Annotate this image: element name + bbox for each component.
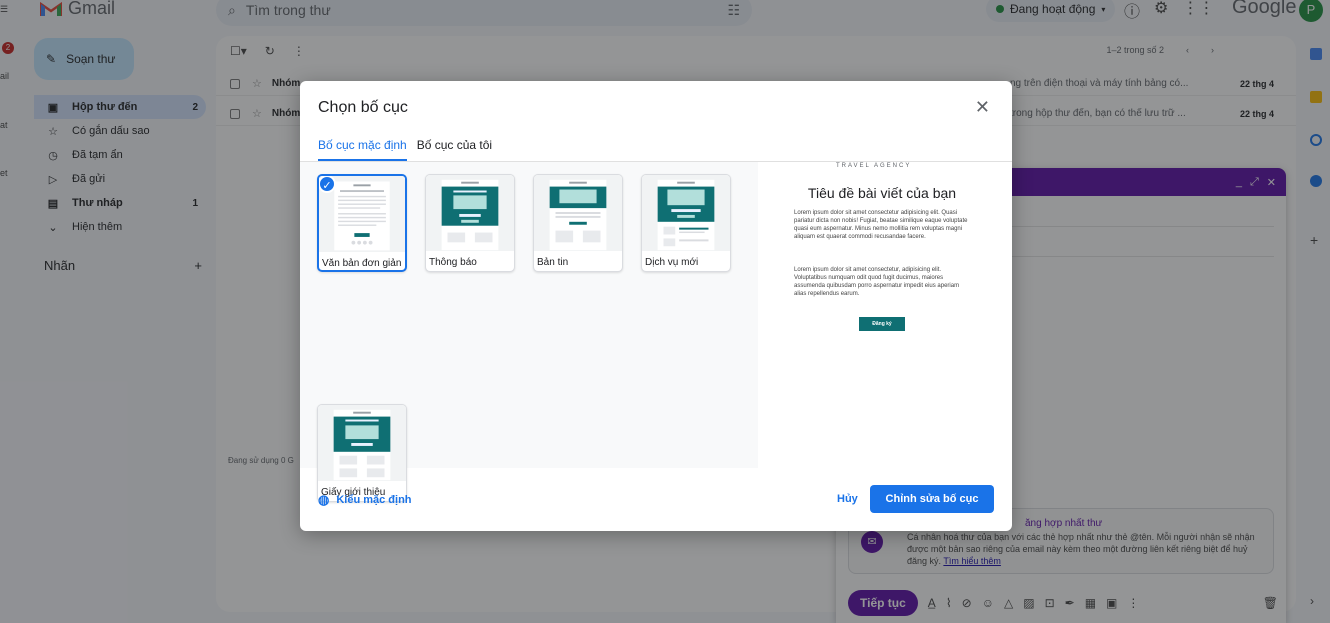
- preview-paragraph: Lorem ipsum dolor sit amet consectetur, …: [794, 267, 960, 297]
- palette-icon: ◍: [318, 492, 330, 507]
- layout-tabs: Bố cục mặc định Bố cục của tôi: [318, 138, 492, 161]
- layout-grid: ✓ Văn bản đơn giản Thông báo Bản tin Dịc…: [300, 162, 758, 502]
- edit-layout-button[interactable]: Chỉnh sửa bố cục: [870, 485, 994, 513]
- layout-card-newsletter[interactable]: Bản tin: [533, 174, 623, 272]
- preview-brand: TRAVEL AGENCY: [836, 163, 912, 169]
- layout-card-label: Thông báo: [429, 257, 477, 268]
- cancel-button[interactable]: Hủy: [837, 493, 858, 505]
- selected-check-icon: ✓: [319, 176, 336, 193]
- tab-my-layouts[interactable]: Bố cục của tôi: [417, 138, 492, 161]
- intro-letter-thumbnail: [318, 405, 406, 481]
- layout-card-simple-text[interactable]: ✓ Văn bản đơn giản: [317, 174, 407, 272]
- layout-card-label: Văn bản đơn giản: [322, 258, 402, 269]
- close-icon[interactable]: ✕: [975, 97, 990, 118]
- default-style-button[interactable]: ◍ Kiểu mặc định: [318, 492, 412, 508]
- preview-paragraph: Lorem ipsum dolor sit amet consectetur a…: [794, 210, 968, 240]
- layout-card-intro-letter[interactable]: Giấy giới thiệu: [317, 404, 407, 502]
- layout-card-label: Dịch vụ mới: [645, 257, 699, 268]
- layout-preview: TRAVEL AGENCY Tiêu đề bài viết của bạn L…: [766, 162, 998, 342]
- layout-card-new-service[interactable]: Dịch vụ mới: [641, 174, 731, 272]
- layout-card-label: Bản tin: [537, 257, 569, 268]
- dialog-title: Chọn bố cục: [318, 99, 408, 116]
- layout-picker-dialog: Chọn bố cục ✕ Bố cục mặc định Bố cục của…: [300, 81, 1012, 531]
- default-style-label: Kiểu mặc định: [336, 494, 412, 506]
- preview-title: Tiêu đề bài viết của bạn: [807, 185, 957, 201]
- new-service-thumbnail: [642, 175, 730, 251]
- tab-default-layouts[interactable]: Bố cục mặc định: [318, 138, 407, 161]
- layout-card-announcement[interactable]: Thông báo: [425, 174, 515, 272]
- newsletter-thumbnail: [534, 175, 622, 251]
- announcement-thumbnail: [426, 175, 514, 251]
- preview-signup-button: Đăng ký: [859, 317, 905, 331]
